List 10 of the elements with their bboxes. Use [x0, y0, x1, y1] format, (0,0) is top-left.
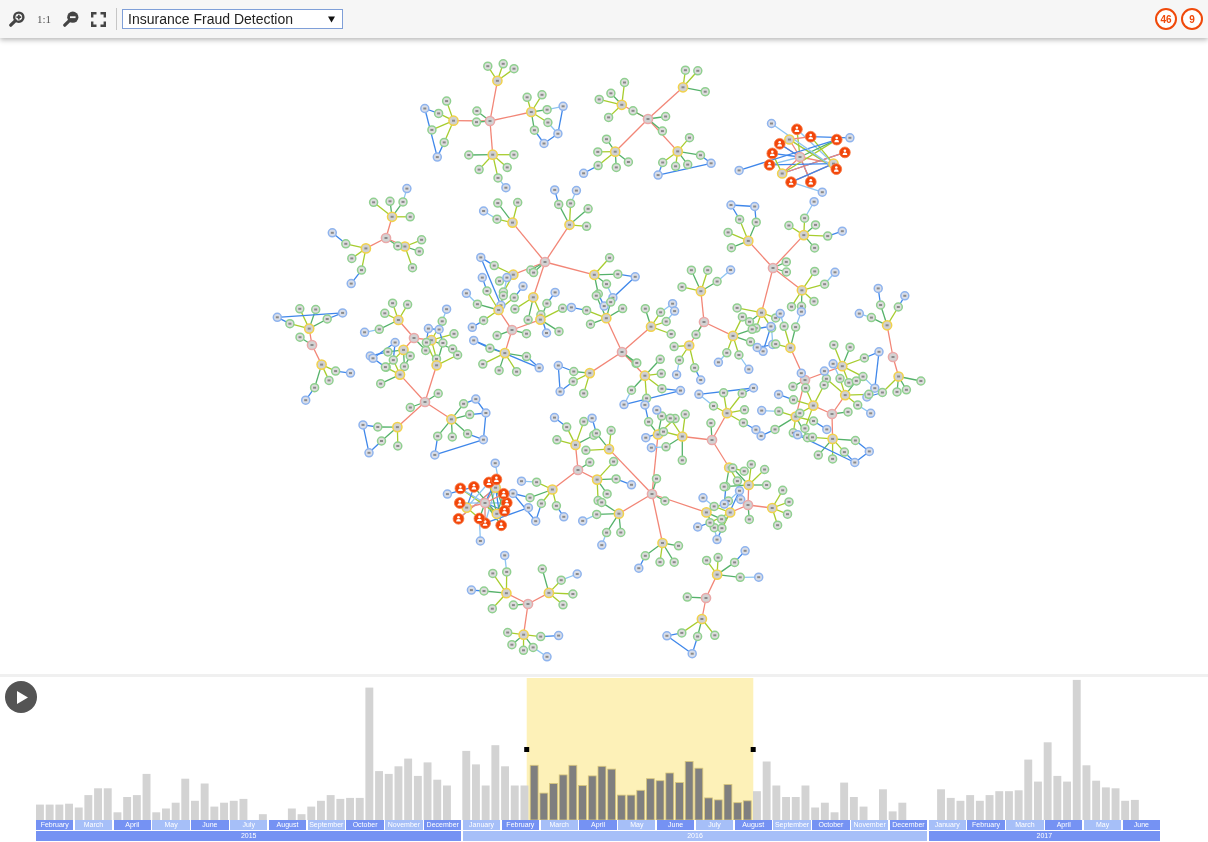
zoom-in-icon[interactable] — [9, 11, 25, 27]
play-icon — [17, 690, 28, 704]
view-dropdown[interactable]: Insurance Fraud Detection — [122, 9, 344, 29]
play-button[interactable] — [5, 681, 37, 713]
actual-size-button[interactable]: 1:1 — [37, 13, 52, 25]
zoom-out-icon[interactable] — [63, 11, 80, 27]
caret-icon — [328, 15, 336, 23]
alert-count-badge[interactable]: 9 — [1181, 8, 1203, 30]
alert-count-badge[interactable]: 46 — [1155, 8, 1177, 30]
fullscreen-icon[interactable] — [91, 11, 107, 27]
